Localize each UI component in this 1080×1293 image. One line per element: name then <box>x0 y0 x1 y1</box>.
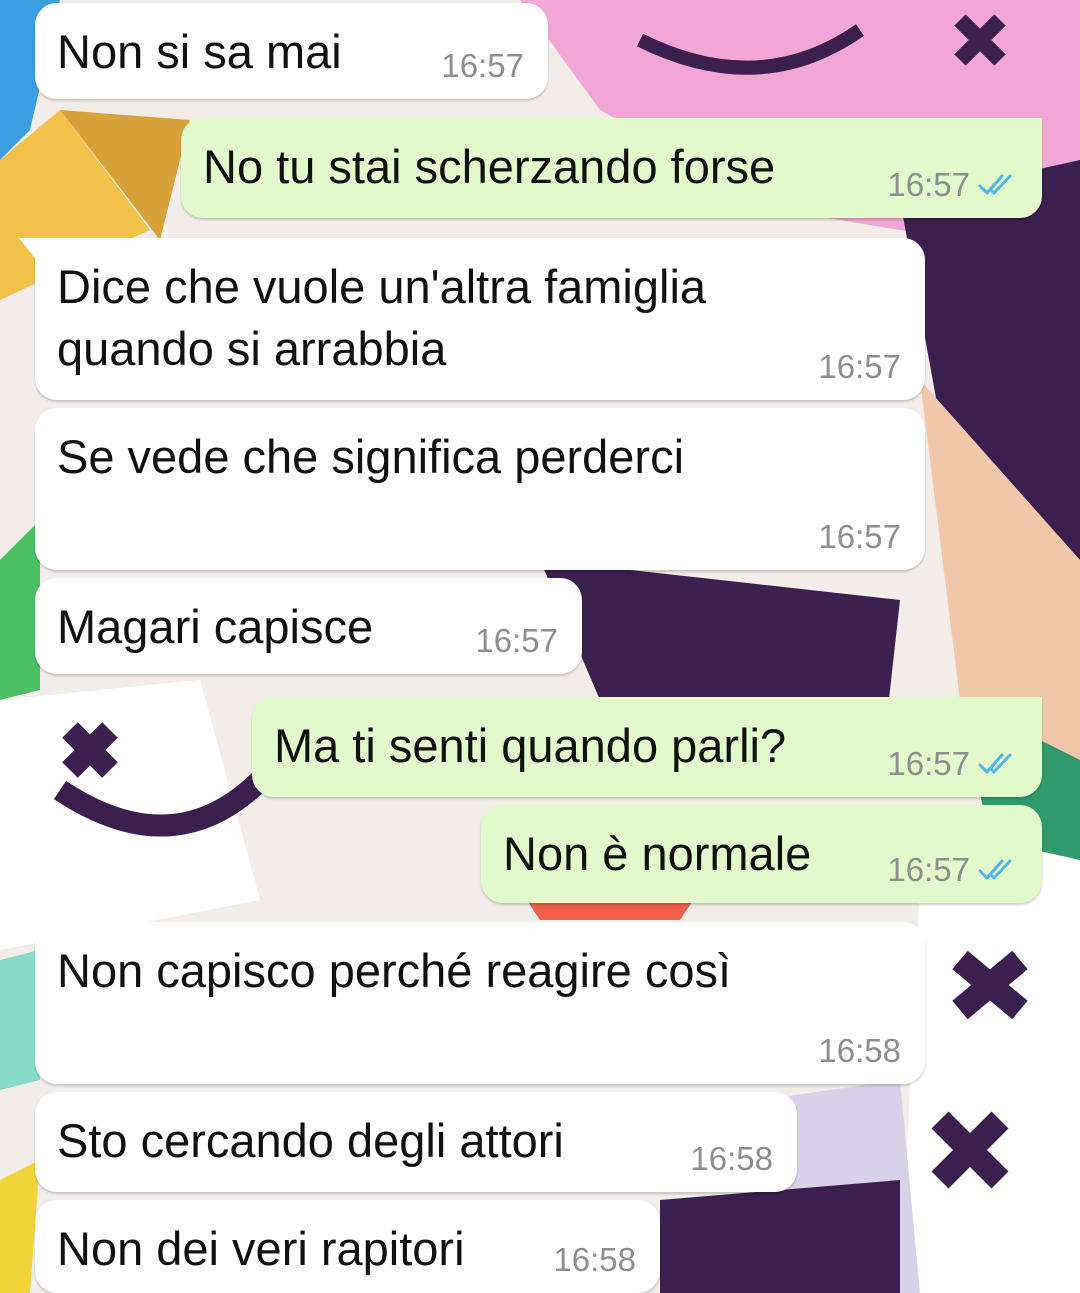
message-timestamp: 16:57 <box>441 47 524 84</box>
message-meta: 16:57 <box>818 348 901 386</box>
message-meta: 16:57 <box>475 622 558 660</box>
message-text: Non dei veri rapitori <box>57 1222 465 1275</box>
message-timestamp: 16:57 <box>818 518 901 555</box>
incoming-message-bubble[interactable]: Sto cercando degli attori 16:58 <box>35 1092 797 1192</box>
message-text: Se vede che significa perderci <box>57 430 685 483</box>
message-meta: 16:57 <box>441 47 524 85</box>
message-meta: 16:57 <box>887 166 1018 204</box>
incoming-message-bubble[interactable]: Non dei veri rapitori 16:58 <box>35 1200 660 1293</box>
incoming-message-bubble[interactable]: Non si sa mai 16:57 <box>35 3 548 99</box>
message-timestamp: 16:57 <box>475 622 558 659</box>
incoming-message-bubble[interactable]: Dice che vuole un'altra famiglia quando … <box>19 238 925 400</box>
message-meta: 16:57 <box>887 851 1018 889</box>
message-text: Non capisco perché reagire così <box>57 944 732 997</box>
outgoing-message-bubble[interactable]: Non è normale 16:57 <box>481 805 1042 903</box>
message-timestamp: 16:58 <box>553 1241 636 1278</box>
message-text: Dice che vuole un'altra famiglia quando … <box>57 260 707 375</box>
outgoing-message-bubble[interactable]: No tu stai scherzando forse 16:57 <box>181 118 1042 218</box>
message-meta: 16:58 <box>553 1241 636 1279</box>
message-timestamp: 16:57 <box>887 745 970 782</box>
message-text: Sto cercando degli attori <box>57 1114 564 1167</box>
read-double-check-icon <box>978 753 1012 774</box>
message-meta: 16:57 <box>818 518 901 556</box>
message-timestamp: 16:58 <box>690 1140 773 1177</box>
outgoing-message-bubble[interactable]: Ma ti senti quando parli? 16:57 <box>252 697 1042 797</box>
incoming-message-bubble[interactable]: Se vede che significa perderci 16:57 <box>35 408 925 570</box>
bubble-tail <box>19 922 35 942</box>
read-double-check-icon <box>978 859 1012 880</box>
message-timestamp: 16:57 <box>887 851 970 888</box>
incoming-message-bubble[interactable]: Magari capisce 16:57 <box>35 578 582 674</box>
message-meta: 16:58 <box>818 1032 901 1070</box>
message-timestamp: 16:57 <box>818 348 901 385</box>
message-meta: 16:57 <box>887 745 1018 783</box>
message-meta: 16:58 <box>690 1140 773 1178</box>
read-double-check-icon <box>978 174 1012 195</box>
bubble-tail <box>19 238 35 258</box>
incoming-message-bubble[interactable]: Non capisco perché reagire così 16:58 <box>19 922 925 1084</box>
message-timestamp: 16:58 <box>818 1032 901 1069</box>
message-timestamp: 16:57 <box>887 166 970 203</box>
